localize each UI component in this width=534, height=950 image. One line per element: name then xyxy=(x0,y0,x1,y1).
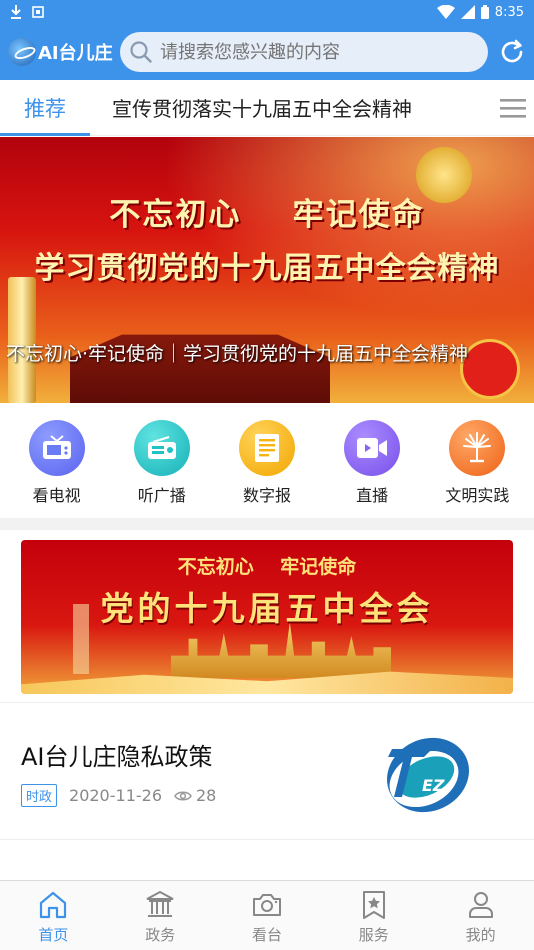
status-time: 8:35 xyxy=(494,4,524,20)
radio-icon xyxy=(133,420,190,476)
quick-link-label: 文明实践 xyxy=(445,486,510,505)
nav-label: 我的 xyxy=(465,926,496,944)
tab-recommend[interactable]: 推荐 xyxy=(0,80,90,136)
service-star-icon xyxy=(362,891,385,919)
nav-label: 首页 xyxy=(38,926,69,944)
nav-home[interactable]: 首页 xyxy=(0,881,107,950)
eye-icon xyxy=(174,791,192,800)
view-count: 28 xyxy=(174,786,216,805)
app-screen: 8:35 AI台儿庄 推荐 宣传贯彻落实十九届五中全会精神 不忘初心 牢记使命 … xyxy=(0,0,534,950)
news-list-item[interactable]: AI台儿庄隐私政策 时政 2020-11-26 28 EZ xyxy=(0,703,534,839)
refresh-icon[interactable] xyxy=(498,38,526,66)
quick-link-tv[interactable]: 看电视 xyxy=(7,404,107,518)
signal-icon xyxy=(460,5,475,19)
quick-link-label: 数字报 xyxy=(242,486,291,505)
civilization-icon xyxy=(449,420,506,476)
skyline-illustration xyxy=(171,622,391,678)
nav-government[interactable]: 政务 xyxy=(107,881,214,950)
section-divider xyxy=(0,518,534,530)
article-date: 2020-11-26 xyxy=(69,786,162,805)
quick-links: 看电视 听广播 数字报 直播 文明实践 xyxy=(0,404,534,518)
search-icon xyxy=(130,41,152,63)
nav-watch[interactable]: 看台 xyxy=(214,881,321,950)
thumb-text: EZ xyxy=(422,776,445,795)
article-title: AI台儿庄隐私政策 xyxy=(21,743,213,771)
menu-icon[interactable] xyxy=(500,97,526,119)
search-input[interactable] xyxy=(160,41,470,63)
channel-tabs: 推荐 宣传贯彻落实十九届五中全会精神 xyxy=(0,80,534,136)
battery-icon xyxy=(480,5,489,19)
wifi-icon xyxy=(436,5,455,19)
top-header: AI台儿庄 xyxy=(0,24,534,80)
tv-icon xyxy=(28,420,85,476)
app-name: AI台儿庄 xyxy=(38,43,113,64)
home-icon xyxy=(40,891,67,919)
promo-line-2: 党的十九届五中全会 xyxy=(100,589,434,628)
category-tag: 时政 xyxy=(21,784,58,807)
divider-line xyxy=(0,839,534,840)
quick-link-radio[interactable]: 听广播 xyxy=(112,404,212,518)
nav-mine[interactable]: 我的 xyxy=(427,881,534,950)
quick-link-label: 看电视 xyxy=(32,486,81,505)
newspaper-icon xyxy=(238,420,295,476)
tez-logo-thumbnail: EZ xyxy=(387,737,469,813)
quick-link-label: 听广播 xyxy=(137,486,186,505)
article-meta: 时政 2020-11-26 28 xyxy=(21,784,216,807)
promo-line-1: 不忘初心 牢记使命 xyxy=(177,556,357,578)
promo-banner[interactable]: 不忘初心 牢记使命 党的十九届五中全会 xyxy=(21,540,513,694)
nav-service[interactable]: 服务 xyxy=(320,881,427,950)
bottom-navigation: 首页 政务 看台 服务 我的 xyxy=(0,880,534,950)
notification-icon xyxy=(32,6,44,18)
nav-label: 政务 xyxy=(145,926,176,944)
quick-link-newspaper[interactable]: 数字报 xyxy=(217,404,317,518)
user-icon xyxy=(468,892,493,918)
banner-headline-2: 学习贯彻党的十九届五中全会精神 xyxy=(34,251,500,286)
view-count-value: 28 xyxy=(196,786,217,805)
huabiao-pillar-icon xyxy=(8,277,36,403)
search-bar[interactable] xyxy=(120,32,488,72)
status-bar: 8:35 xyxy=(0,0,534,24)
banner-headline-1: 不忘初心 牢记使命 xyxy=(109,197,425,233)
live-video-icon xyxy=(344,420,401,476)
hero-banner[interactable]: 不忘初心 牢记使命 学习贯彻党的十九届五中全会精神 不忘初心·牢记使命｜学习贯彻… xyxy=(0,137,534,403)
logo-mark-icon xyxy=(8,38,36,66)
government-icon xyxy=(146,890,174,917)
quick-link-label: 直播 xyxy=(356,486,389,505)
download-icon xyxy=(11,5,21,19)
app-logo: AI台儿庄 xyxy=(8,38,114,66)
banner-caption: 不忘初心·牢记使命｜学习贯彻党的十九届五中全会精神 xyxy=(6,343,469,365)
nav-label: 服务 xyxy=(358,926,389,944)
camera-icon xyxy=(252,894,281,916)
quick-link-live[interactable]: 直播 xyxy=(322,404,422,518)
quick-link-civilization[interactable]: 文明实践 xyxy=(427,404,527,518)
nav-label: 看台 xyxy=(251,926,282,944)
tab-plenum-topic[interactable]: 宣传贯彻落实十九届五中全会精神 xyxy=(112,93,412,122)
